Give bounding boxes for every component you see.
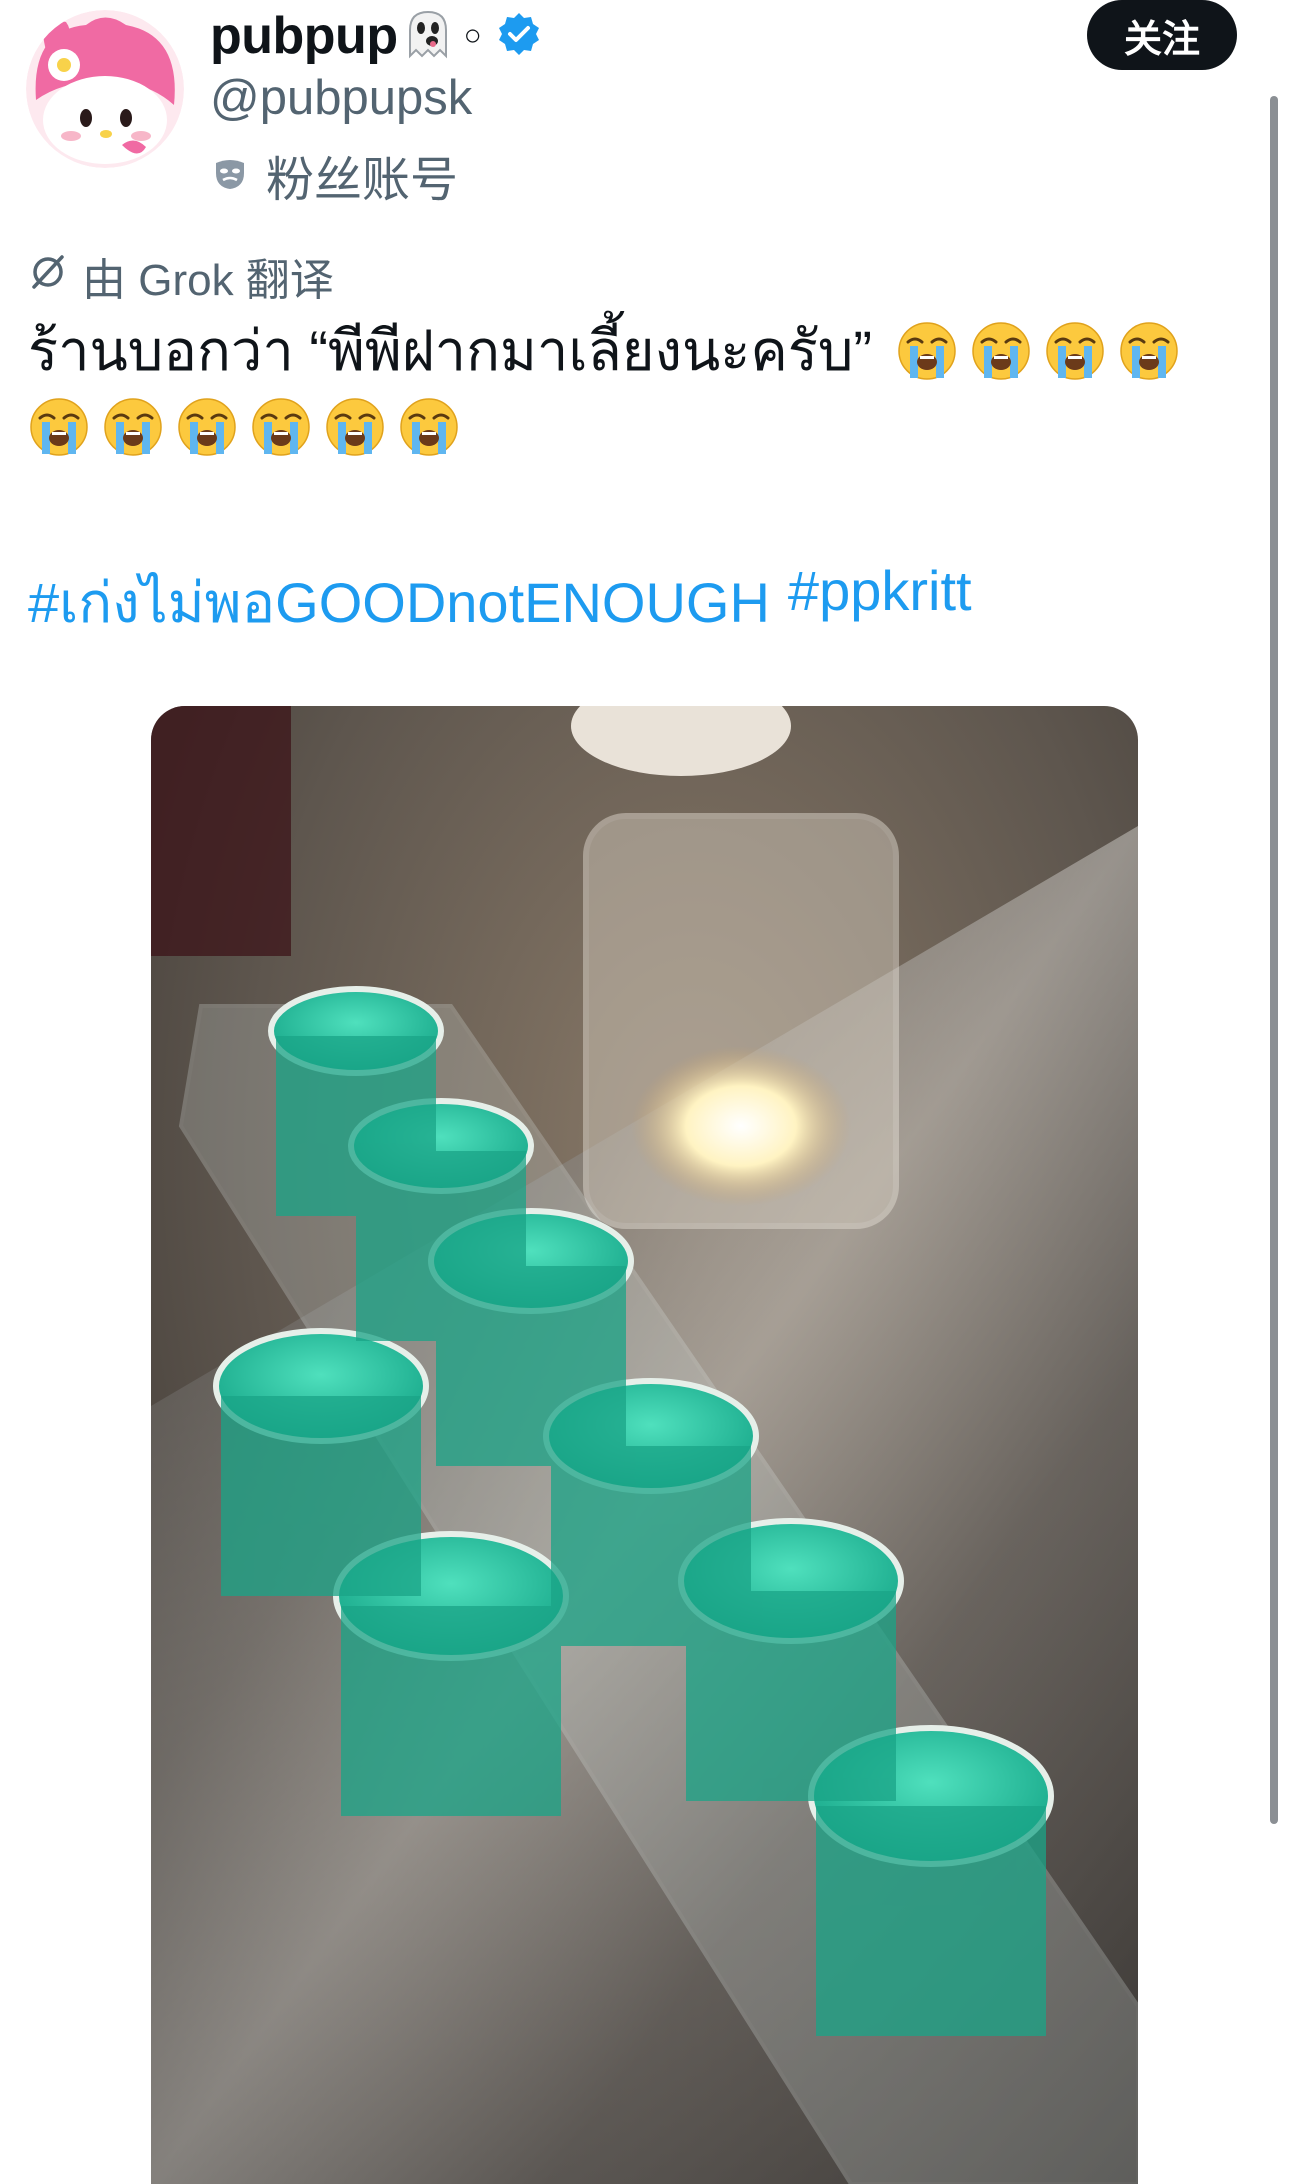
ghost-emoji-icon: [402, 8, 454, 65]
separator-dot-icon: ○: [463, 19, 482, 52]
fan-account-mask-icon: [210, 153, 250, 198]
scrollbar[interactable]: [1270, 96, 1278, 1824]
loudly-crying-face-icon: [896, 320, 958, 382]
loudly-crying-face-icon: [102, 396, 164, 458]
follow-button[interactable]: 关注: [1087, 0, 1237, 70]
loudly-crying-face-icon: [250, 396, 312, 458]
emoji-group-1: [896, 320, 1180, 382]
translation-label: 由 Grok 翻译: [82, 256, 334, 305]
loudly-crying-face-icon: [1044, 320, 1106, 382]
my-melody-avatar-icon: [26, 10, 184, 168]
emoji-group-2: [28, 396, 1228, 458]
account-type-label: 粉丝账号: [266, 154, 459, 207]
display-name[interactable]: pubpup: [210, 6, 398, 66]
loudly-crying-face-icon: [398, 396, 460, 458]
hashtag-link[interactable]: #ppkritt: [788, 558, 972, 647]
hashtags: #เก่งไม่พอGOODnotENOUGH #ppkritt: [28, 558, 972, 647]
loudly-crying-face-icon: [970, 320, 1032, 382]
author-name-row: pubpup ○: [210, 6, 542, 66]
translation-indicator[interactable]: 由 Grok 翻译: [28, 244, 334, 308]
tweet-media-photo[interactable]: [151, 706, 1138, 2184]
loudly-crying-face-icon: [324, 396, 386, 458]
account-type-row: 粉丝账号: [210, 140, 458, 210]
grok-icon: [28, 251, 68, 302]
tweet-text: ร้านบอกว่า “พีพีฝากมาเลี้ยงนะครับ”: [28, 319, 873, 382]
tweet-line-1: ร้านบอกว่า “พีพีฝากมาเลี้ยงนะครับ”: [28, 312, 1228, 390]
verified-badge-icon[interactable]: [496, 11, 542, 62]
loudly-crying-face-icon: [1118, 320, 1180, 382]
tweet-body: ร้านบอกว่า “พีพีฝากมาเลี้ยงนะครับ”: [28, 312, 1228, 458]
photo-shot-glasses-icon: [151, 706, 1138, 2184]
hashtag-link[interactable]: #เก่งไม่พอGOODnotENOUGH: [28, 558, 770, 647]
avatar[interactable]: [26, 10, 184, 168]
author-handle[interactable]: @pubpupsk: [210, 70, 472, 126]
loudly-crying-face-icon: [28, 396, 90, 458]
loudly-crying-face-icon: [176, 396, 238, 458]
